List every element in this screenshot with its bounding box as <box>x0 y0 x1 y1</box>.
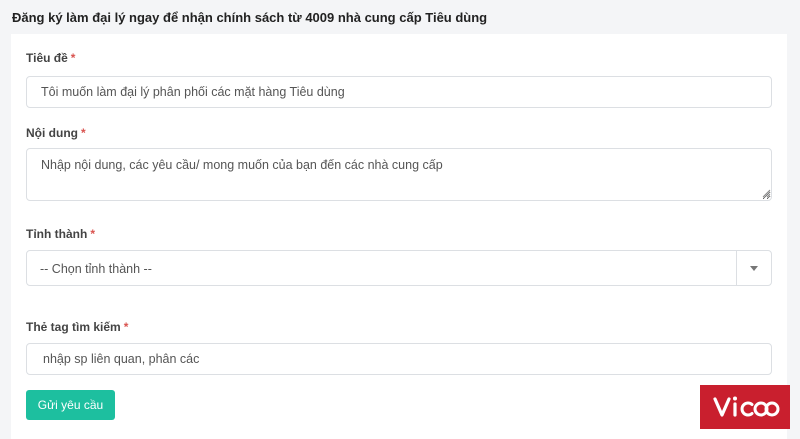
required-mark: * <box>80 126 86 140</box>
content-textarea[interactable] <box>26 148 772 201</box>
tags-input[interactable] <box>26 343 772 375</box>
required-mark: * <box>123 320 129 334</box>
page-title: Đăng ký làm đại lý ngay để nhận chính sá… <box>12 10 488 25</box>
request-form: Tiêu đề* Nội dung* Tỉnh thành* -- Chọn t… <box>11 34 787 439</box>
province-select-value: -- Chọn tỉnh thành -- <box>40 262 152 276</box>
province-select[interactable]: -- Chọn tỉnh thành -- <box>26 250 772 286</box>
province-label: Tỉnh thành * <box>26 227 95 241</box>
content-label-text: Nội dung <box>26 126 78 140</box>
content-label: Nội dung * <box>26 126 86 140</box>
province-label-text: Tỉnh thành <box>26 227 88 241</box>
tags-label-text: Thẻ tag tìm kiếm <box>26 320 121 334</box>
title-label: Tiêu đề * <box>26 51 75 65</box>
required-mark: * <box>70 51 76 65</box>
title-input[interactable] <box>26 76 772 108</box>
vicoo-logo-mark <box>713 396 780 417</box>
title-label-text: Tiêu đề <box>26 51 68 65</box>
submit-button[interactable]: Gửi yêu cầu <box>26 390 115 420</box>
tags-label: Thẻ tag tìm kiếm * <box>26 320 128 334</box>
vicoo-logo <box>700 385 790 429</box>
caret-down-icon[interactable] <box>750 266 758 271</box>
required-mark: * <box>90 227 95 241</box>
select-divider <box>736 251 737 285</box>
